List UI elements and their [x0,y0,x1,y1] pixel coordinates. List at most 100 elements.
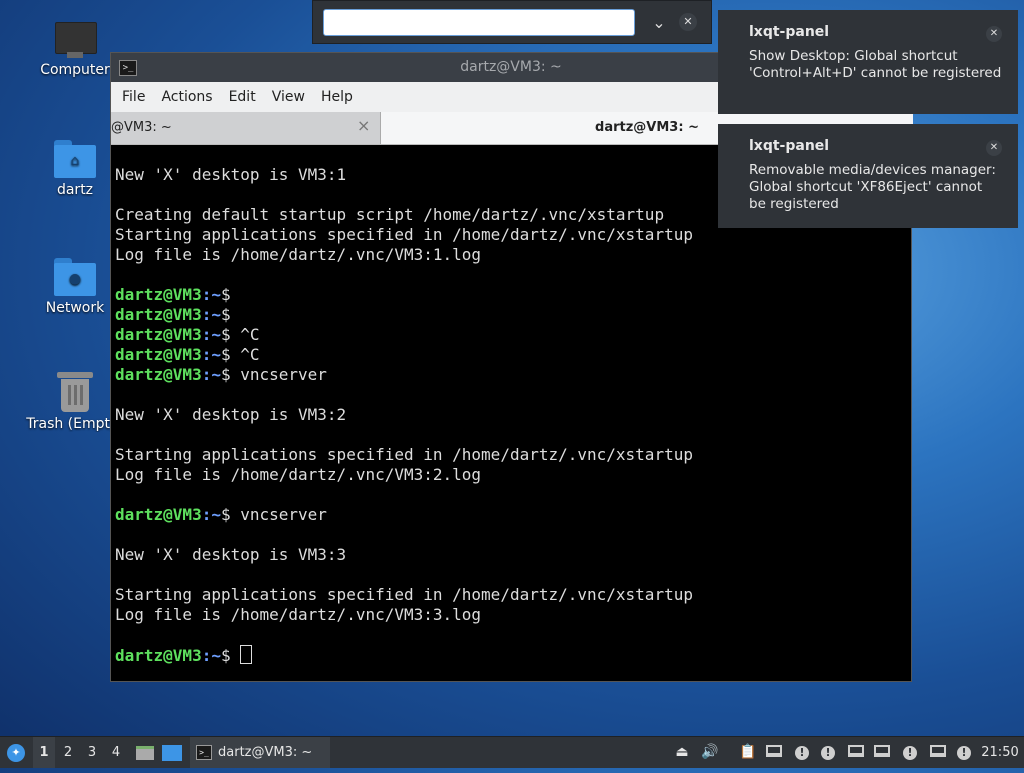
trash-icon [57,372,93,412]
terminal-output-line: Log file is /home/dartz/.vnc/VM3:3.log [115,605,482,624]
prompt-command: $ ^C [220,345,260,364]
terminal-prompt-line: dartz@VM3:~$ vncserver [115,505,693,525]
terminal-output-line: New 'X' desktop is VM3:1 [115,165,347,184]
workspace-4[interactable]: 4 [105,737,127,768]
terminal-output-line: Starting applications specified in /home… [115,445,693,464]
terminal-prompt-line: dartz@VM3:~$ ^C [115,325,693,345]
terminal-prompt-line: dartz@VM3:~$ vncserver [115,365,693,385]
prompt-path: :~ [201,505,221,524]
clock[interactable]: 21:50 [976,737,1024,768]
desktop-icon-network[interactable]: ● Network [27,258,123,316]
network-icon[interactable] [870,737,894,768]
network-icon[interactable] [844,737,868,768]
notification[interactable]: lxqt-panel Show Desktop: Global shortcut… [718,10,1018,114]
prompt-path: :~ [201,305,221,324]
prompt-user: dartz@VM3 [115,285,202,304]
clipboard-icon[interactable]: 📋 [736,737,760,768]
prompt-user: dartz@VM3 [115,365,202,384]
volume-icon[interactable]: 🔊 [698,737,722,768]
menu-view[interactable]: View [264,82,313,112]
prompt-user: dartz@VM3 [115,505,202,524]
home-folder-icon: ⌂ [54,140,96,178]
desktop-icon-label: Network [45,300,105,316]
chevron-down-icon[interactable]: ⌄ [647,11,671,35]
network-folder-icon: ● [54,258,96,296]
file-manager-icon[interactable] [133,737,157,768]
terminal-output-line: New 'X' desktop is VM3:3 [115,545,347,564]
menu-actions[interactable]: Actions [153,82,220,112]
prompt-command: $ vncserver [220,365,327,384]
prompt-command: $ [220,646,241,665]
workspace-3[interactable]: 3 [81,737,103,768]
close-icon[interactable]: ✕ [986,140,1002,156]
terminal-output-line: Starting applications specified in /home… [115,225,693,244]
prompt-path: :~ [201,365,221,384]
terminal-prompt-line: dartz@VM3:~$ ^C [115,345,693,365]
prompt-user: dartz@VM3 [115,305,202,324]
text-cursor [240,645,253,664]
desktop-icon-home[interactable]: ⌂ dartz [27,140,123,198]
computer-icon [55,22,97,58]
notification-alert-icon[interactable]: ! [952,737,976,768]
task-label: dartz@VM3: ~ [218,745,313,760]
eject-icon[interactable]: ⏏ [670,737,694,768]
prompt-path: :~ [201,285,221,304]
menu-help[interactable]: Help [313,82,361,112]
network-icon[interactable] [762,737,786,768]
menu-file[interactable]: File [114,82,153,112]
terminal-output-line: Log file is /home/dartz/.vnc/VM3:2.log [115,465,482,484]
prompt-user: dartz@VM3 [115,345,202,364]
menu-edit[interactable]: Edit [221,82,264,112]
app-menu-button[interactable]: ✦ [4,737,28,768]
terminal-prompt-line: dartz@VM3:~$ [115,645,693,665]
close-tab-icon[interactable]: × [357,116,370,135]
lxqt-logo-icon: ✦ [7,744,25,762]
notification-app: lxqt-panel [749,24,830,40]
tab-label: @VM3: ~ [111,120,172,135]
terminal-output-line: New 'X' desktop is VM3:2 [115,405,347,424]
prompt-path: :~ [201,345,221,364]
notification-app: lxqt-panel [749,138,830,154]
close-icon[interactable]: ✕ [986,26,1002,42]
network-icon[interactable] [926,737,950,768]
notification-body: Show Desktop: Global shortcut 'Control+A… [749,48,1002,81]
taskbar: ✦ 1 2 3 4 >_ dartz@VM3: ~ ⏏ 🔊 📋 ! ! ! ! … [0,736,1024,768]
notification-alert-icon[interactable]: ! [790,737,814,768]
terminal-output-line: Starting applications specified in /home… [115,585,693,604]
workspace-2[interactable]: 2 [57,737,79,768]
terminal-icon: >_ [196,745,212,760]
prompt-command: $ [220,305,241,324]
prompt-user: dartz@VM3 [115,325,202,344]
notification-alert-icon[interactable]: ! [816,737,840,768]
terminal-output[interactable]: New 'X' desktop is VM3:1 Creating default… [115,165,693,665]
notification-body: Removable media/devices manager: Global … [749,162,996,212]
run-dialog: ⌄ ✕ [312,0,712,44]
desktop-icon-computer[interactable]: Computer [27,22,123,78]
prompt-command: $ vncserver [220,505,327,524]
close-icon[interactable]: ✕ [679,13,697,31]
taskbar-task-terminal[interactable]: >_ dartz@VM3: ~ [190,737,330,768]
run-input[interactable] [323,9,635,36]
prompt-path: :~ [201,646,221,665]
prompt-command: $ [220,285,241,304]
terminal-output-line: Log file is /home/dartz/.vnc/VM3:1.log [115,245,482,264]
show-desktop-icon[interactable] [160,737,184,768]
tab-1[interactable]: @VM3: ~ × [111,112,381,144]
prompt-user: dartz@VM3 [115,646,202,665]
prompt-path: :~ [201,325,221,344]
terminal-prompt-line: dartz@VM3:~$ [115,305,693,325]
terminal-prompt-line: dartz@VM3:~$ [115,285,693,305]
notification[interactable]: lxqt-panel Removable media/devices manag… [718,124,1018,228]
workspace-1[interactable]: 1 [33,737,55,768]
notification-alert-icon[interactable]: ! [898,737,922,768]
desktop-icon-label: dartz [56,182,94,198]
terminal-output-line: Creating default startup script /home/da… [115,205,665,224]
